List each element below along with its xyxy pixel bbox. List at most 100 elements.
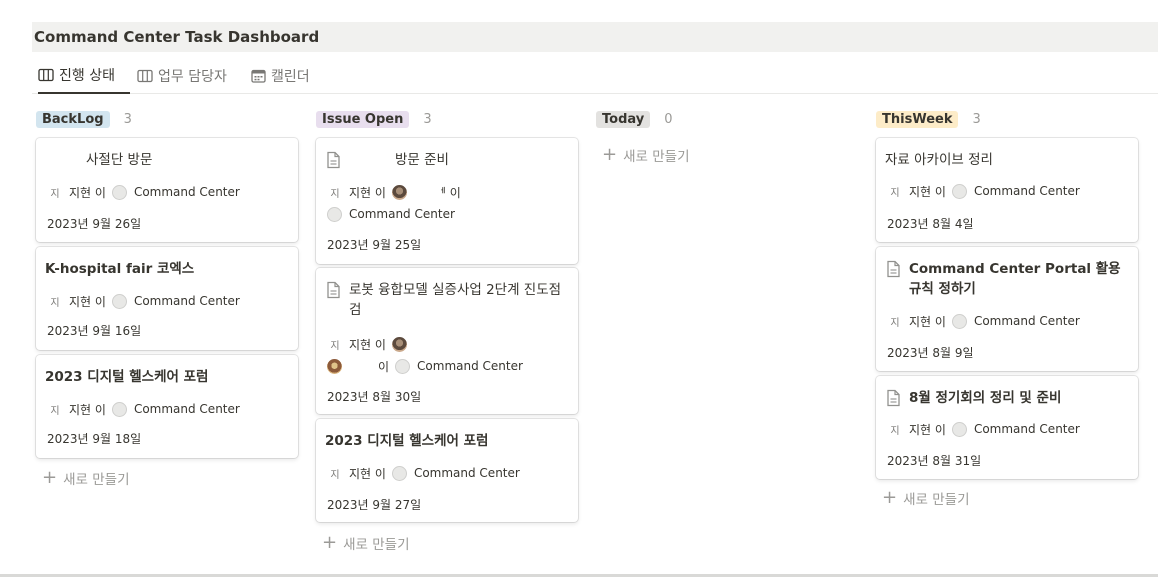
assignee-row: 지 지현 이 Command Center <box>47 183 240 201</box>
due-date: 2023년 8월 30일 <box>327 390 422 404</box>
assignee-row: 지 지현 이 Command Center <box>887 420 1080 438</box>
task-card[interactable]: 로봇 융합모델 실증사업 2단계 진도점검 지 지현 이 이 Command C… <box>316 268 578 414</box>
due-date: 2023년 9월 25일 <box>327 238 422 252</box>
avatar <box>391 184 407 200</box>
team-name: Command Center <box>349 207 455 221</box>
team-avatar <box>111 184 127 200</box>
column-today: Today 0 + 새로 만들기 <box>596 106 858 186</box>
avatar: 지 <box>890 187 900 199</box>
assignee-row: 지 지현 이 Command Center <box>327 464 520 482</box>
card-title: 8월 정기회의 정리 및 준비 <box>885 388 1128 408</box>
board-icon <box>137 68 153 84</box>
task-card[interactable]: K-hospital fair 코엑스 지 지현 이 Command Cente… <box>36 247 298 350</box>
plus-icon: + <box>42 467 58 488</box>
column-header: BackLog 3 <box>36 106 298 132</box>
avatar <box>327 358 342 374</box>
team-name: Command Center <box>973 184 1080 198</box>
view-tabs: 진행 상태 업무 담당자 캘린더 <box>32 58 1158 94</box>
status-tag[interactable]: ThisWeek <box>876 110 959 128</box>
new-card-label: 새로 만들기 <box>903 492 970 508</box>
header-bar: Command Center Task Dashboard <box>32 22 1158 52</box>
status-tag[interactable]: BackLog <box>36 110 110 128</box>
person-name: 지현 이 <box>69 402 106 417</box>
status-tag[interactable]: Issue Open <box>316 110 410 128</box>
card-title-text: 사절단 방문 <box>86 152 153 168</box>
task-card[interactable]: 자료 아카이브 정리 지 지현 이 Command Center 2023년 8… <box>876 138 1138 242</box>
due-date: 2023년 9월 18일 <box>47 432 142 446</box>
card-title: Command Center Portal 활용 규칙 정하기 <box>885 259 1128 299</box>
new-card-button[interactable]: + 새로 만들기 <box>602 145 690 166</box>
avatar: 지 <box>330 469 340 481</box>
avatar: 지 <box>890 317 900 329</box>
assignee-row: 지 지현 이 Command Center <box>887 312 1080 330</box>
person-name: 이 <box>378 359 390 374</box>
team-row: 이 Command Center <box>327 357 523 375</box>
plus-icon: + <box>882 487 898 508</box>
new-card-label: 새로 만들기 <box>343 537 410 553</box>
card-title: 2023 디지털 헬스케어 포럼 <box>45 367 288 387</box>
card-title-text: 자료 아카이브 정리 <box>885 152 993 168</box>
document-icon <box>327 151 340 169</box>
tab-calendar[interactable]: 캘린더 <box>250 58 310 94</box>
column-this-week: ThisWeek 3 자료 아카이브 정리 지 지현 이 Command Cen… <box>876 106 1138 516</box>
team-avatar <box>951 183 967 199</box>
document-icon <box>887 389 900 407</box>
document-icon <box>327 281 340 299</box>
task-card[interactable]: 방문 준비 지 지현 이 ᅦ 이 Command Center 2023년 9월… <box>316 138 578 264</box>
card-title: 로봇 융합모델 실증사업 2단계 진도점검 <box>325 280 568 320</box>
document-icon <box>887 260 900 278</box>
card-title-text: 2023 디지털 헬스케어 포럼 <box>325 433 489 449</box>
tab-label: 진행 상태 <box>59 68 115 84</box>
card-title-text: 방문 준비 <box>395 152 449 168</box>
person-name: ᅦ 이 <box>434 185 461 200</box>
person-name: 지현 이 <box>909 314 946 329</box>
team-name: Command Center <box>973 422 1080 436</box>
new-card-button[interactable]: + 새로 만들기 <box>882 487 970 509</box>
person-name: 지현 이 <box>349 466 386 481</box>
team-name: Command Center <box>133 185 240 199</box>
task-card[interactable]: 사절단 방문 지 지현 이 Command Center 2023년 9월 26… <box>36 138 298 242</box>
team-name: Command Center <box>133 402 240 416</box>
task-card[interactable]: 8월 정기회의 정리 및 준비 지 지현 이 Command Center 20… <box>876 376 1138 479</box>
column-count: 3 <box>423 111 432 127</box>
person-name: 지현 이 <box>349 185 386 200</box>
card-title: 방문 준비 <box>325 150 568 170</box>
due-date: 2023년 8월 31일 <box>887 454 982 468</box>
card-title: 자료 아카이브 정리 <box>885 150 1128 170</box>
plus-icon: + <box>322 532 338 553</box>
card-title-text: 2023 디지털 헬스케어 포럼 <box>45 369 209 385</box>
team-avatar <box>951 421 967 437</box>
column-header: Today 0 <box>596 106 858 132</box>
assignee-row: 지 지현 이 Command Center <box>887 182 1080 200</box>
card-title: 2023 디지털 헬스케어 포럼 <box>325 431 568 451</box>
task-card[interactable]: Command Center Portal 활용 규칙 정하기 지 지현 이 C… <box>876 247 1138 371</box>
task-card[interactable]: 2023 디지털 헬스케어 포럼 지 지현 이 Command Center 2… <box>316 419 578 522</box>
tab-assignee[interactable]: 업무 담당자 <box>137 58 227 94</box>
task-card[interactable]: 2023 디지털 헬스케어 포럼 지 지현 이 Command Center 2… <box>36 355 298 458</box>
due-date: 2023년 9월 27일 <box>327 498 422 512</box>
team-name: Command Center <box>417 359 523 373</box>
assignee-row: 지 지현 이 <box>327 335 413 353</box>
team-avatar <box>395 358 411 374</box>
tab-status[interactable]: 진행 상태 <box>38 58 130 94</box>
person-name: 지현 이 <box>69 185 106 200</box>
card-title-text: 8월 정기회의 정리 및 준비 <box>909 390 1062 406</box>
team-avatar <box>327 206 342 222</box>
team-name: Command Center <box>413 466 520 480</box>
column-count: 3 <box>972 111 981 127</box>
person-name: 지현 이 <box>909 184 946 199</box>
new-card-button[interactable]: + 새로 만들기 <box>322 532 410 554</box>
team-avatar <box>951 313 967 329</box>
new-card-button[interactable]: + 새로 만들기 <box>42 467 130 489</box>
column-header: ThisWeek 3 <box>876 106 1138 132</box>
team-name: Command Center <box>973 314 1080 328</box>
assignee-row: 지 지현 이 Command Center <box>47 400 240 418</box>
avatar: 지 <box>50 405 60 417</box>
calendar-icon <box>250 68 266 84</box>
avatar: 지 <box>50 297 60 309</box>
new-card-label: 새로 만들기 <box>623 149 690 165</box>
status-tag[interactable]: Today <box>596 110 651 128</box>
card-title: K-hospital fair 코엑스 <box>45 259 288 279</box>
card-title-text: 로봇 융합모델 실증사업 2단계 진도점검 <box>349 282 562 318</box>
column-header: Issue Open 3 <box>316 106 578 132</box>
